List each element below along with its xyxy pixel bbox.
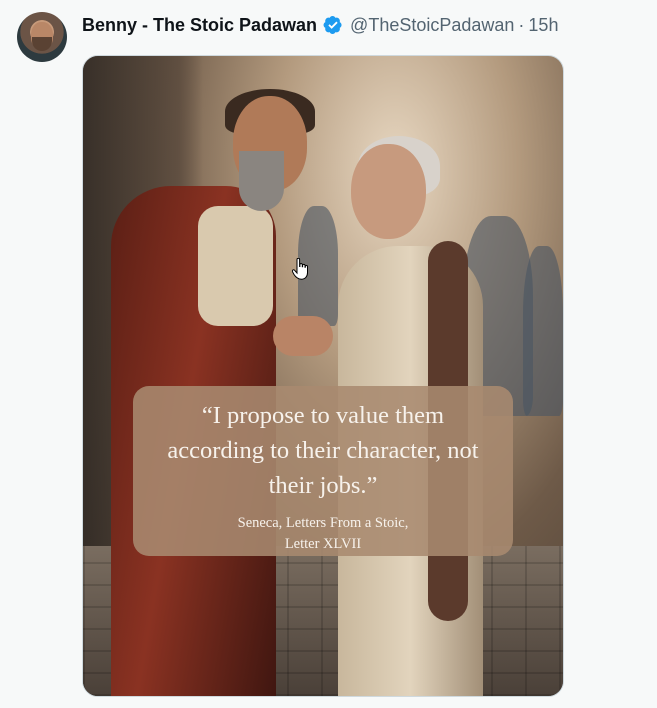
crowd-figure xyxy=(523,246,563,416)
author-avatar[interactable] xyxy=(17,12,67,62)
quote-text: “I propose to value them according to th… xyxy=(167,402,479,499)
avatar-beard xyxy=(32,37,52,51)
author-name[interactable]: Benny - The Stoic Padawan xyxy=(82,15,317,36)
hand-pointer-cursor-icon xyxy=(292,258,308,280)
attribution-line-1: Seneca, Letters From a Stoic, xyxy=(237,515,409,531)
man-tunic xyxy=(198,206,273,326)
clasped-hands xyxy=(273,316,333,356)
verified-badge-icon[interactable] xyxy=(323,15,343,35)
tweet-timestamp[interactable]: 15h xyxy=(528,15,558,36)
man-beard xyxy=(239,151,284,211)
author-handle[interactable]: @TheStoicPadawan xyxy=(350,15,514,36)
quote-attribution: Seneca, Letters From a Stoic, Letter XLV… xyxy=(133,513,513,555)
tweet-image[interactable]: “I propose to value them according to th… xyxy=(82,55,564,697)
separator-dot: · xyxy=(518,14,525,35)
quote-overlay: “I propose to value them according to th… xyxy=(133,386,513,556)
tweet-header: Benny - The Stoic Padawan @TheStoicPadaw… xyxy=(82,12,558,38)
woman-head xyxy=(351,144,426,239)
attribution-line-2: Letter XLVII xyxy=(284,536,362,552)
